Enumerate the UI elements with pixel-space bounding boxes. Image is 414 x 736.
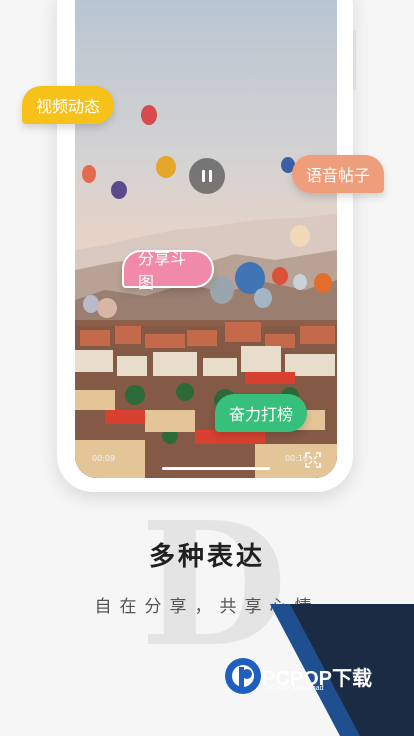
tag-video-dynamic[interactable]: 视频动态 bbox=[22, 86, 114, 124]
tag-video-label: 视频动态 bbox=[36, 97, 101, 116]
watermark-letter: D bbox=[140, 485, 288, 685]
pause-button[interactable] bbox=[189, 158, 225, 194]
pause-icon bbox=[202, 170, 205, 182]
tag-voice-post[interactable]: 语音帖子 bbox=[292, 155, 384, 193]
phone-side-button bbox=[353, 30, 356, 90]
logo-tagline: PCPOP Download bbox=[266, 685, 324, 692]
tag-voice-label: 语音帖子 bbox=[306, 166, 371, 185]
tag-fight-rank[interactable]: 奋力打榜 bbox=[215, 394, 307, 432]
fullscreen-icon[interactable] bbox=[304, 451, 322, 469]
tag-fight-label: 奋力打榜 bbox=[229, 405, 294, 424]
page-title: 多种表达 bbox=[148, 542, 265, 572]
progress-bar[interactable] bbox=[162, 467, 270, 470]
tag-meme-label: 分享斗图 bbox=[138, 249, 187, 292]
video-progress[interactable]: 00:09 00:16 bbox=[92, 452, 308, 470]
time-current: 00:09 bbox=[92, 454, 116, 463]
tag-share-meme[interactable]: 分享斗图 bbox=[122, 249, 214, 292]
